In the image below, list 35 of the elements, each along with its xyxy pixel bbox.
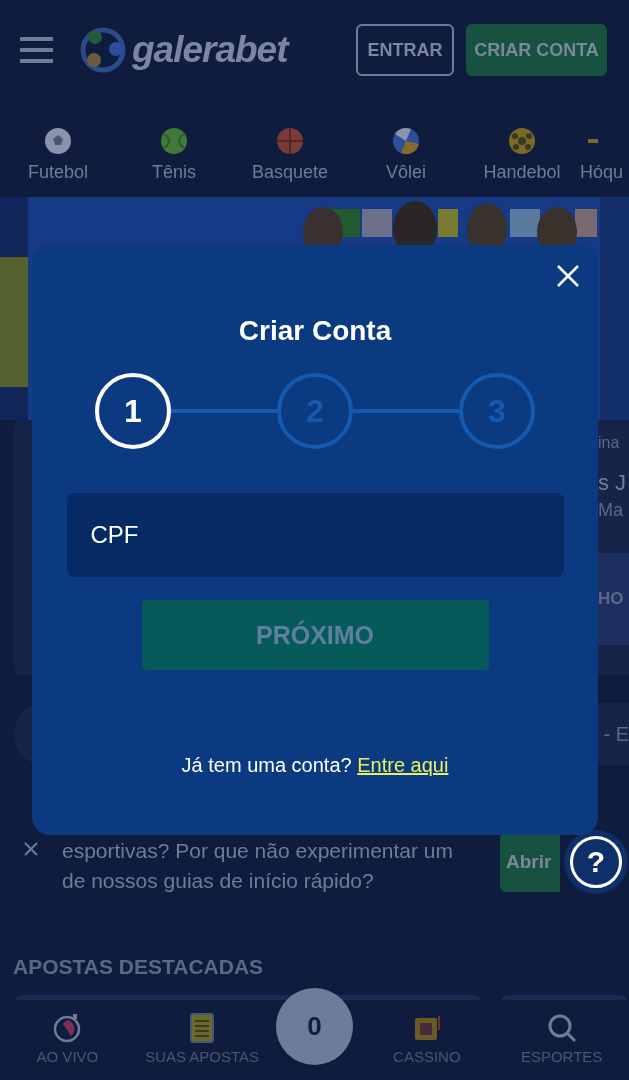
odds-button[interactable]: HO xyxy=(598,553,629,645)
signup-button[interactable]: CRIAR CONTA xyxy=(466,24,607,76)
nav-tab[interactable]: ESPORTES xyxy=(494,1000,629,1080)
handball-icon xyxy=(507,126,537,156)
help-button[interactable]: ? xyxy=(570,836,622,888)
menu-icon[interactable] xyxy=(20,36,53,64)
filter-chip[interactable]: - E xyxy=(598,703,629,765)
logo-text: galerabet xyxy=(132,29,288,71)
volleyball-icon xyxy=(391,126,421,156)
notice-text: esportivas? Por que não experimentar um de nossos guias de início rápido? xyxy=(62,838,455,894)
cpf-field[interactable]: CPF xyxy=(66,493,564,577)
match-league: ina xyxy=(598,434,621,452)
sport-tab[interactable]: Vôlei xyxy=(348,100,464,183)
open-button[interactable]: Abrir xyxy=(500,832,560,892)
nav-tab[interactable]: AO VIVO xyxy=(0,1000,135,1080)
betslip-count-button[interactable]: 0 xyxy=(276,988,353,1065)
basketball-icon xyxy=(275,126,305,156)
sport-tab[interactable]: Basquete xyxy=(232,100,348,183)
login-button[interactable]: ENTRAR xyxy=(356,24,454,76)
nav-tab[interactable]: SUAS APOSTAS xyxy=(134,1000,270,1080)
tennis-ball-icon xyxy=(159,126,189,156)
team-name: s J xyxy=(598,470,628,496)
soccer-ball-icon xyxy=(43,126,73,156)
logo-icon xyxy=(80,27,126,73)
nav-tab[interactable]: CASSINO xyxy=(359,1000,495,1080)
sport-tab[interactable]: Hóqu xyxy=(580,100,629,183)
login-link[interactable]: Entre aqui xyxy=(357,754,449,776)
team-name: Ma xyxy=(598,500,624,521)
login-prompt: Já tem uma conta? Entre aqui xyxy=(181,754,449,777)
section-title: APOSTAS DESTACADAS xyxy=(13,955,265,979)
sport-tab[interactable]: Futebol xyxy=(0,100,116,183)
sport-tab[interactable]: Tênis xyxy=(116,100,232,183)
dialog-title: Criar Conta xyxy=(238,315,392,347)
step-indicator: 1 xyxy=(95,373,171,449)
sport-tab[interactable]: Handebol xyxy=(464,100,580,183)
